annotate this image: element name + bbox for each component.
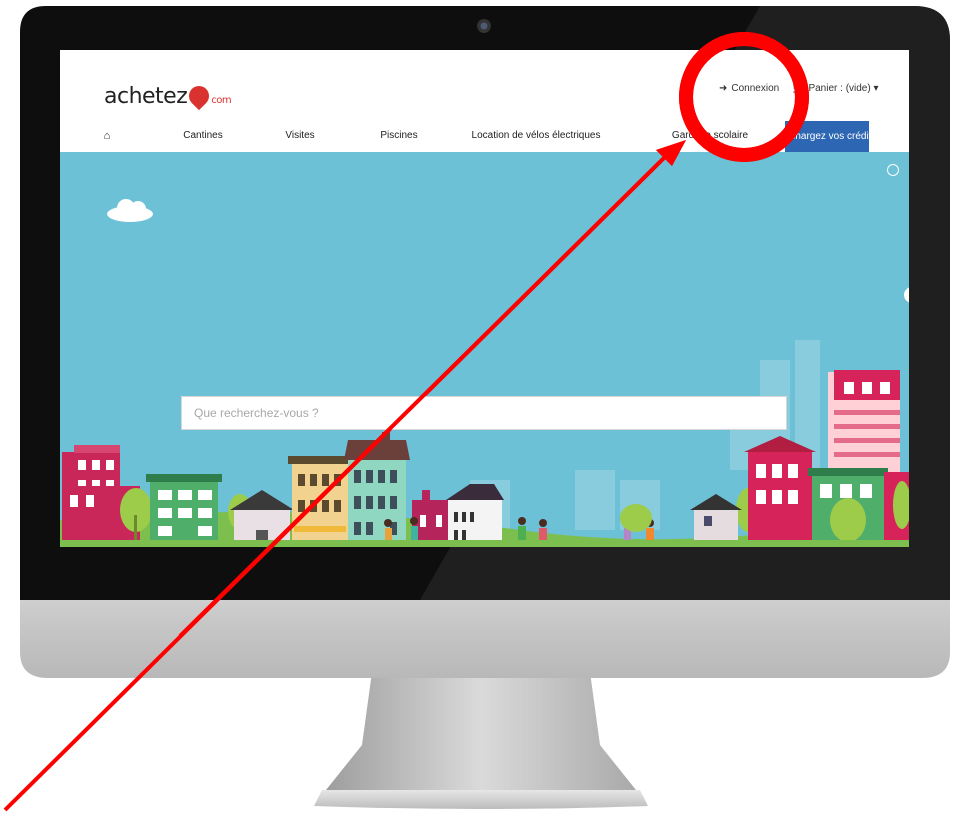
- login-label: Connexion: [731, 83, 780, 94]
- logo-domain: com: [211, 95, 232, 106]
- recharge-credits-button[interactable]: Rechargez vos crédits: [785, 121, 869, 152]
- cart-label: Panier : (vide): [808, 83, 871, 94]
- login-link[interactable]: ➜ Connexion: [719, 83, 779, 94]
- location-pin-icon: [185, 81, 214, 111]
- cart-link[interactable]: 🛒 Panier : (vide) ▾: [792, 83, 879, 94]
- caret-down-icon: ▾: [870, 83, 879, 94]
- nav-item-cantines[interactable]: Cantines: [183, 130, 222, 141]
- nav-item-visites[interactable]: Visites: [285, 130, 314, 141]
- building-beige: [288, 456, 352, 547]
- nav-item-garderie[interactable]: Garderie scolaire: [672, 130, 748, 141]
- logo-text: achetez: [104, 84, 188, 109]
- building-pink-tall: [828, 370, 900, 472]
- nav-item-piscines[interactable]: Piscines: [380, 130, 417, 141]
- nav-home[interactable]: ⌂: [104, 130, 111, 142]
- sign-in-icon: ➜: [719, 83, 728, 94]
- home-icon: ⌂: [103, 130, 111, 142]
- building-green: [146, 474, 222, 547]
- monitor-stand: [322, 672, 640, 795]
- building-red-right: [744, 436, 816, 547]
- cart-icon: 🛒: [792, 83, 805, 94]
- nav-item-location-velos[interactable]: Location de vélos électriques: [472, 130, 601, 141]
- site-logo[interactable]: achetez com: [104, 81, 232, 111]
- monitor-foot: [314, 790, 648, 809]
- building-mint: [344, 432, 410, 547]
- carousel-indicator[interactable]: [887, 164, 899, 176]
- search-input[interactable]: [181, 396, 787, 430]
